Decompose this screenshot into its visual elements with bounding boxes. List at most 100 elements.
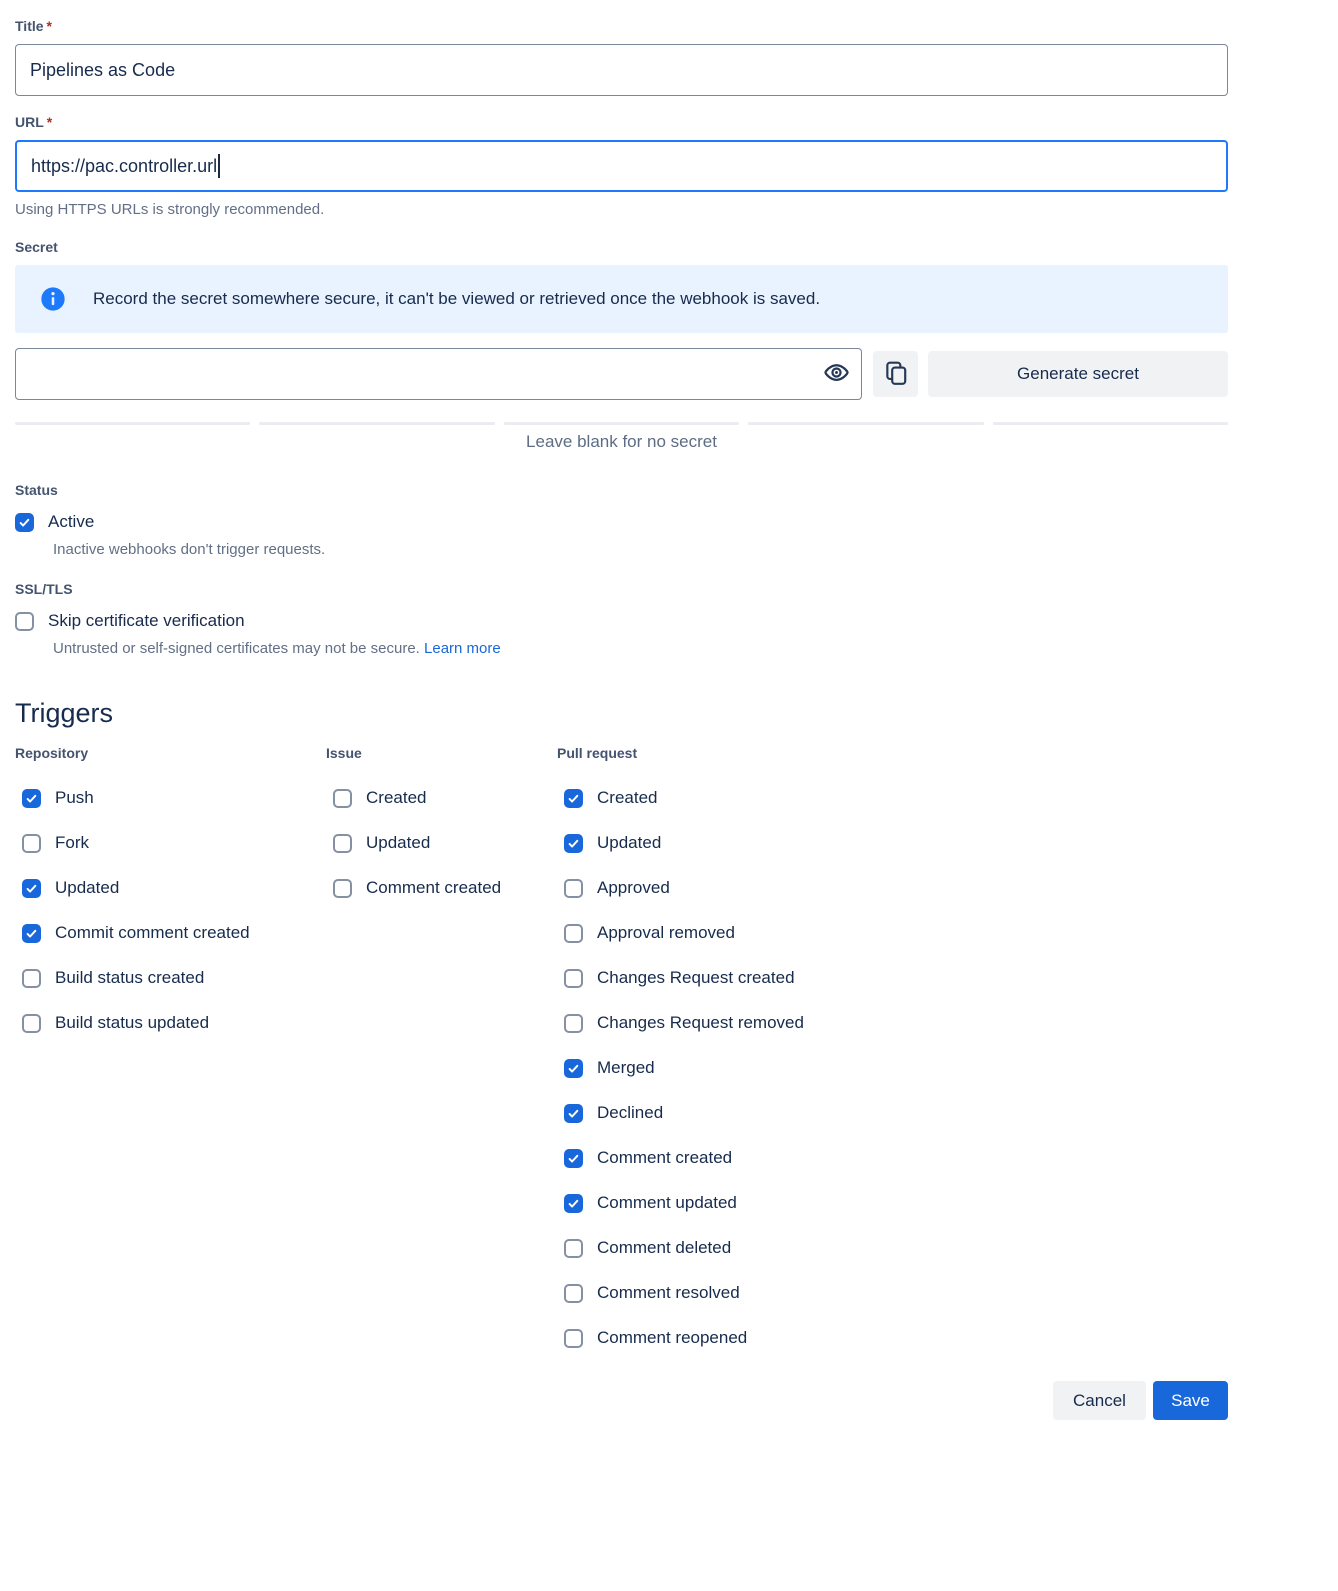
checkbox-unchecked[interactable] <box>564 1284 583 1303</box>
checkbox-unchecked[interactable] <box>333 879 352 898</box>
trigger-checkbox-row[interactable]: Approval removed <box>564 923 804 943</box>
trigger-checkbox-label: Approval removed <box>597 923 735 943</box>
skip-cert-checkbox-label: Skip certificate verification <box>48 611 245 631</box>
trigger-checkbox-row[interactable]: Updated <box>22 878 326 898</box>
form-footer: Cancel Save <box>15 1381 1228 1420</box>
checkbox-checked[interactable] <box>564 789 583 808</box>
trigger-column-header: Repository <box>15 745 326 761</box>
checkbox-unchecked[interactable] <box>22 1014 41 1033</box>
trigger-checkbox-row[interactable]: Comment created <box>333 878 557 898</box>
trigger-checkbox-row[interactable]: Comment resolved <box>564 1283 804 1303</box>
trigger-column-issue: IssueCreatedUpdatedComment created <box>326 745 557 1348</box>
trigger-checkbox-row[interactable]: Comment reopened <box>564 1328 804 1348</box>
show-secret-button[interactable] <box>820 358 852 390</box>
trigger-checkbox-list: Created Updated Comment created <box>326 788 557 898</box>
secret-input[interactable] <box>15 348 862 400</box>
trigger-checkbox-row[interactable]: Comment deleted <box>564 1238 804 1258</box>
url-input[interactable]: https://pac.controller.url <box>15 140 1228 192</box>
trigger-checkbox-row[interactable]: Build status updated <box>22 1013 326 1033</box>
trigger-checkbox-label: Comment deleted <box>597 1238 731 1258</box>
secret-strength-meter <box>15 422 1228 425</box>
meter-segment <box>748 422 983 425</box>
secret-info-banner: Record the secret somewhere secure, it c… <box>15 265 1228 333</box>
checkbox-unchecked[interactable] <box>564 969 583 988</box>
status-label: Status <box>15 482 1228 498</box>
checkbox-unchecked[interactable] <box>15 612 34 631</box>
checkbox-unchecked[interactable] <box>333 834 352 853</box>
trigger-column-pull-request: Pull request Created Updated Approved Approv… <box>557 745 804 1348</box>
active-checkbox-row[interactable]: Active <box>15 512 1228 532</box>
checkbox-unchecked[interactable] <box>333 789 352 808</box>
trigger-checkbox-label: Comment updated <box>597 1193 737 1213</box>
learn-more-link[interactable]: Learn more <box>424 640 501 657</box>
checkbox-checked[interactable] <box>564 1194 583 1213</box>
checkbox-checked[interactable] <box>564 1104 583 1123</box>
trigger-checkbox-row[interactable]: Comment updated <box>564 1193 804 1213</box>
checkbox-unchecked[interactable] <box>564 1014 583 1033</box>
ssl-helper-text: Untrusted or self-signed certificates ma… <box>53 640 1228 657</box>
trigger-checkbox-list: Push Fork Updated Commit comment created Bui… <box>15 788 326 1033</box>
trigger-checkbox-row[interactable]: Approved <box>564 878 804 898</box>
triggers-heading: Triggers <box>15 698 1228 729</box>
trigger-checkbox-label: Changes Request removed <box>597 1013 804 1033</box>
trigger-checkbox-label: Build status updated <box>55 1013 209 1033</box>
trigger-checkbox-label: Comment resolved <box>597 1283 740 1303</box>
trigger-checkbox-row[interactable]: Declined <box>564 1103 804 1123</box>
cancel-button[interactable]: Cancel <box>1053 1381 1146 1420</box>
checkbox-unchecked[interactable] <box>564 1329 583 1348</box>
generate-secret-button[interactable]: Generate secret <box>928 351 1228 397</box>
trigger-checkbox-label: Fork <box>55 833 89 853</box>
trigger-column-repository: Repository Push Fork Updated Commit comment … <box>15 745 326 1348</box>
checkbox-checked[interactable] <box>564 1149 583 1168</box>
meter-segment <box>504 422 739 425</box>
checkbox-checked[interactable] <box>15 513 34 532</box>
trigger-checkbox-row[interactable]: Updated <box>333 833 557 853</box>
save-button[interactable]: Save <box>1153 1381 1228 1420</box>
checkbox-checked[interactable] <box>22 879 41 898</box>
checkbox-unchecked[interactable] <box>564 1239 583 1258</box>
url-label: URL* <box>15 114 1228 130</box>
required-asterisk: * <box>47 114 52 130</box>
triggers-columns: Repository Push Fork Updated Commit comment … <box>15 745 1228 1348</box>
ssl-section: SSL/TLS Skip certificate verification Un… <box>15 581 1228 657</box>
title-input[interactable] <box>15 44 1228 96</box>
checkbox-checked[interactable] <box>564 834 583 853</box>
eye-icon <box>823 359 850 389</box>
checkbox-checked[interactable] <box>22 789 41 808</box>
checkbox-checked[interactable] <box>22 924 41 943</box>
meter-segment <box>993 422 1228 425</box>
active-checkbox-label: Active <box>48 512 94 532</box>
trigger-checkbox-row[interactable]: Updated <box>564 833 804 853</box>
trigger-checkbox-row[interactable]: Changes Request removed <box>564 1013 804 1033</box>
trigger-checkbox-label: Created <box>366 788 426 808</box>
trigger-checkbox-label: Created <box>597 788 657 808</box>
trigger-checkbox-row[interactable]: Push <box>22 788 326 808</box>
status-section: Status Active Inactive webhooks don't tr… <box>15 482 1228 558</box>
trigger-checkbox-label: Comment created <box>597 1148 732 1168</box>
checkbox-unchecked[interactable] <box>564 924 583 943</box>
trigger-checkbox-label: Changes Request created <box>597 968 795 988</box>
trigger-checkbox-row[interactable]: Commit comment created <box>22 923 326 943</box>
trigger-checkbox-row[interactable]: Comment created <box>564 1148 804 1168</box>
checkbox-unchecked[interactable] <box>564 879 583 898</box>
trigger-checkbox-row[interactable]: Build status created <box>22 968 326 988</box>
trigger-checkbox-row[interactable]: Changes Request created <box>564 968 804 988</box>
trigger-checkbox-row[interactable]: Fork <box>22 833 326 853</box>
checkbox-unchecked[interactable] <box>22 834 41 853</box>
webhook-form: Title* URL* https://pac.controller.url U… <box>15 0 1228 1420</box>
skip-cert-checkbox-row[interactable]: Skip certificate verification <box>15 611 1228 631</box>
copy-secret-button[interactable] <box>873 351 918 397</box>
trigger-column-header: Pull request <box>557 745 804 761</box>
trigger-checkbox-label: Comment reopened <box>597 1328 747 1348</box>
secret-banner-text: Record the secret somewhere secure, it c… <box>93 289 820 309</box>
trigger-checkbox-label: Commit comment created <box>55 923 250 943</box>
status-helper-text: Inactive webhooks don't trigger requests… <box>53 541 1228 558</box>
checkbox-checked[interactable] <box>564 1059 583 1078</box>
trigger-checkbox-row[interactable]: Created <box>564 788 804 808</box>
trigger-checkbox-row[interactable]: Merged <box>564 1058 804 1078</box>
required-asterisk: * <box>47 18 52 34</box>
checkbox-unchecked[interactable] <box>22 969 41 988</box>
trigger-checkbox-row[interactable]: Created <box>333 788 557 808</box>
secret-helper-text: Leave blank for no secret <box>15 432 1228 452</box>
trigger-checkbox-label: Updated <box>366 833 430 853</box>
